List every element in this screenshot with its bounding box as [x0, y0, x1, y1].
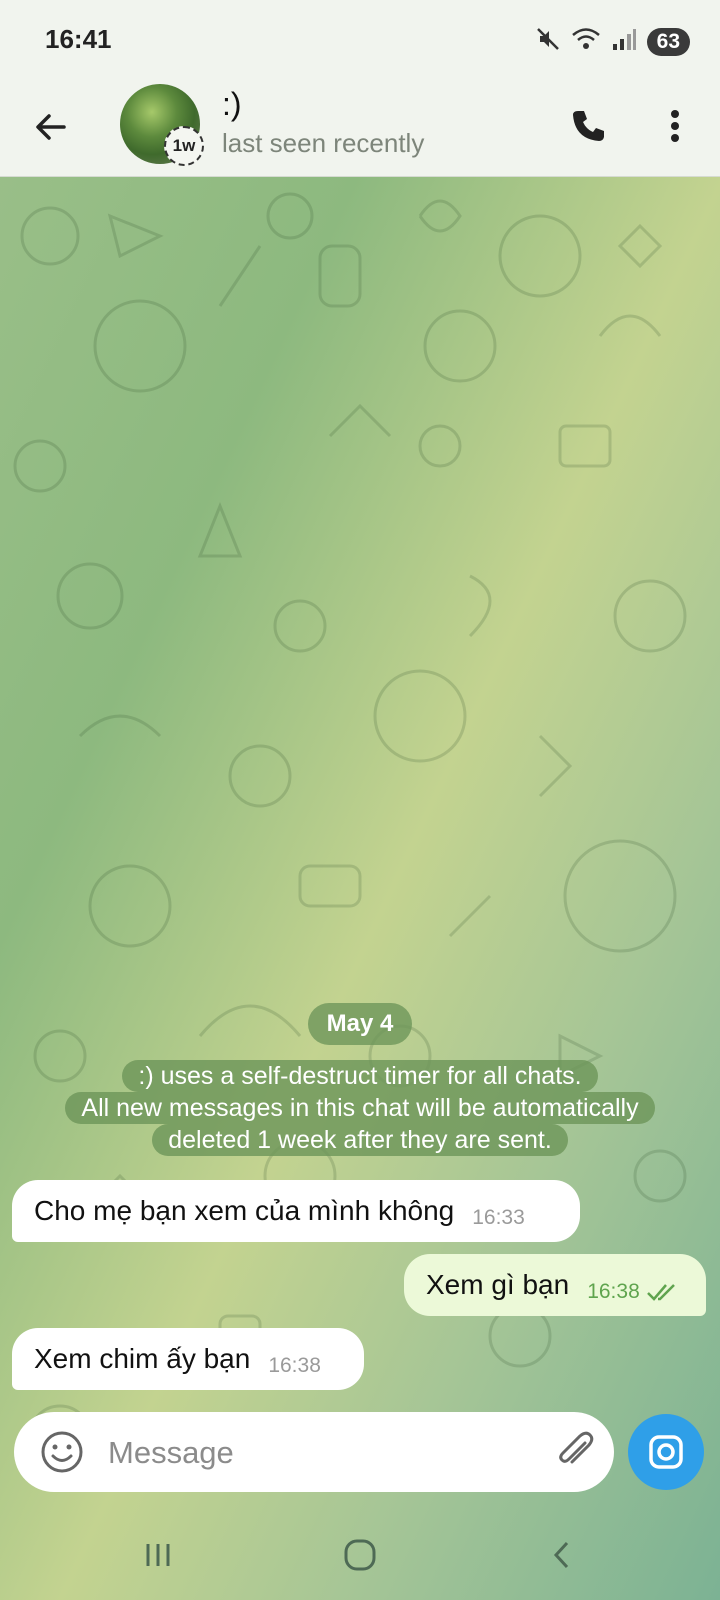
- status-bar: 16:41 63: [0, 0, 720, 84]
- system-navigation-bar: [0, 1510, 720, 1600]
- message-time: 16:33: [472, 1206, 525, 1229]
- message-text: Xem gì bạn: [426, 1269, 570, 1300]
- home-icon: [344, 1539, 376, 1571]
- date-separator: May 4: [308, 1003, 412, 1045]
- self-destruct-timer-badge: 1w: [164, 126, 204, 166]
- home-button[interactable]: [330, 1530, 390, 1580]
- call-button[interactable]: [562, 100, 614, 152]
- message-text: Xem chim ấy bạn: [34, 1343, 251, 1374]
- nav-back-button[interactable]: [532, 1530, 592, 1580]
- more-vertical-icon: [671, 110, 679, 142]
- double-check-icon: [646, 1284, 675, 1301]
- telegram-chat-screen: 16:41 63 1w :) last seen recently May 4 …: [0, 0, 720, 1600]
- emoji-button[interactable]: [38, 1428, 86, 1476]
- chat-name[interactable]: :): [222, 86, 242, 123]
- chevron-left-icon: [553, 1541, 569, 1569]
- back-button[interactable]: [26, 102, 76, 152]
- message-time: 16:38: [587, 1280, 640, 1303]
- more-options-button[interactable]: [650, 100, 700, 152]
- emoji-icon: [41, 1431, 83, 1473]
- camera-button[interactable]: [628, 1414, 704, 1490]
- recent-apps-button[interactable]: [128, 1530, 188, 1580]
- message-input[interactable]: [106, 1430, 530, 1476]
- signal-icon: [611, 26, 637, 57]
- message-time: 16:38: [268, 1354, 321, 1377]
- phone-icon: [573, 111, 604, 141]
- arrow-left-icon: [36, 114, 66, 140]
- wifi-icon: [571, 26, 601, 57]
- recent-apps-icon: [146, 1544, 170, 1566]
- message-text: Cho mẹ bạn xem của mình không: [34, 1195, 455, 1226]
- service-message-self-destruct: :) uses a self-destruct timer for all ch…: [34, 1060, 686, 1156]
- attach-button[interactable]: [552, 1428, 600, 1476]
- status-time: 16:41: [45, 24, 112, 54]
- message-bubble-outgoing[interactable]: Xem gì bạn 16:38: [404, 1254, 706, 1316]
- paperclip-icon: [559, 1431, 594, 1464]
- message-bubble-incoming[interactable]: Xem chim ấy bạn 16:38: [12, 1328, 364, 1390]
- service-message-line: :) uses a self-destruct timer for all ch…: [122, 1060, 598, 1092]
- chat-last-seen-status: last seen recently: [222, 128, 425, 158]
- service-message-line: All new messages in this chat will be au…: [65, 1092, 655, 1124]
- message-composer: [14, 1412, 614, 1492]
- service-message-line: deleted 1 week after they are sent.: [152, 1124, 568, 1156]
- status-icons: 63: [535, 26, 690, 57]
- mute-icon: [535, 26, 561, 57]
- message-bubble-incoming[interactable]: Cho mẹ bạn xem của mình không 16:33: [12, 1180, 580, 1242]
- camera-icon: [649, 1435, 683, 1469]
- chat-header: 1w :) last seen recently: [0, 84, 720, 177]
- battery-icon: 63: [646, 27, 690, 56]
- avatar[interactable]: 1w: [120, 84, 204, 166]
